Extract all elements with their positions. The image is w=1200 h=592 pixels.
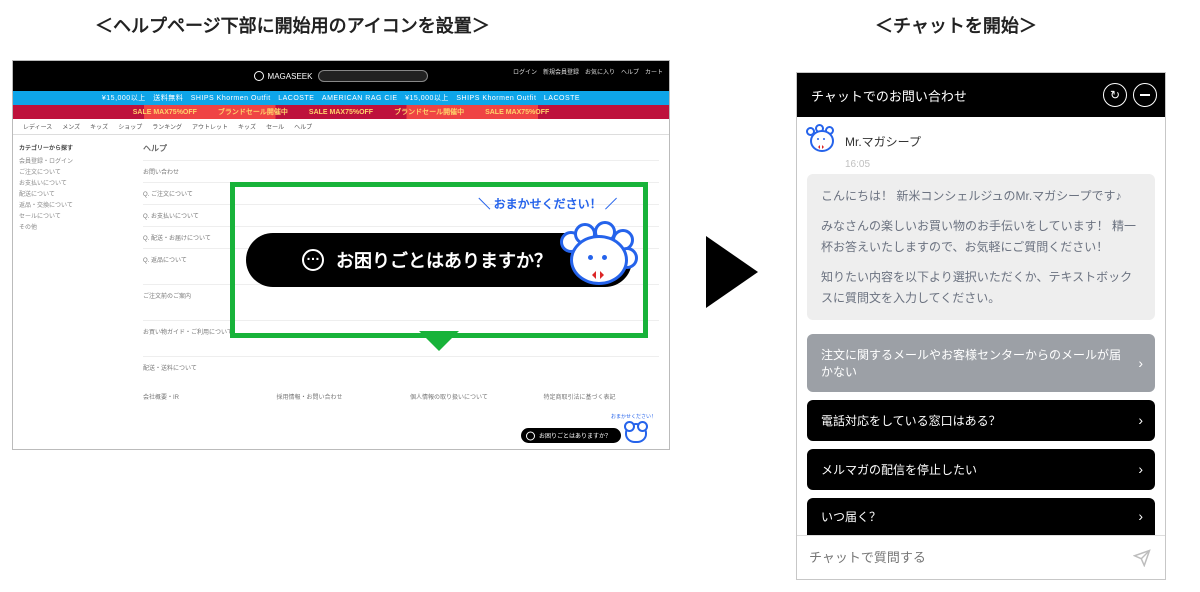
speech-bubble-text: ＼ おまかせください！ ／: [478, 195, 617, 212]
help-sub: お問い合わせ: [143, 160, 659, 182]
sheep-mascot-icon: [560, 225, 638, 295]
chat-body: Mr.マガシープ 16:05 こんにちは！ 新米コンシェルジュのMr.マガシープ…: [797, 117, 1165, 535]
chat-launcher-label: お困りごとはありますか？: [336, 247, 552, 273]
chat-title: チャットでのお問い合わせ: [811, 86, 967, 105]
chat-launcher-pill[interactable]: お困りごとはありますか？: [521, 428, 621, 443]
chat-window: チャットでのお問い合わせ ↻ Mr.マガシープ 16:05 こんにちは！ 新米コ…: [796, 72, 1166, 580]
caption-right: ＜チャットを開始＞: [875, 12, 1037, 38]
caption-left: ＜ヘルプページ下部に開始用のアイコンを設置＞: [95, 12, 490, 38]
minimize-button[interactable]: [1133, 83, 1157, 107]
bot-name: Mr.マガシープ: [845, 133, 921, 150]
chat-text-input[interactable]: [809, 550, 1131, 565]
reload-button[interactable]: ↻: [1103, 83, 1127, 107]
chat-icon: [302, 249, 324, 271]
brand-logo: MAGASEEK: [254, 71, 313, 81]
send-icon[interactable]: [1131, 547, 1153, 569]
bot-avatar-icon: [807, 127, 837, 155]
chat-launcher[interactable]: お困りごとはありますか？ おまかせください！: [521, 423, 647, 443]
sheep-mascot-icon: おまかせください！: [625, 423, 647, 443]
quick-replies: 注文に関するメールやお客様センターからのメールが届かない 電話対応をしている窓口…: [807, 334, 1155, 535]
quick-reply-option[interactable]: いつ届く？: [807, 498, 1155, 535]
chat-input-bar: [797, 535, 1165, 579]
site-header: MAGASEEK ログイン 新規会員登録 お気に入り ヘルプ カート: [13, 61, 669, 91]
mini-bubble: おまかせください！: [611, 413, 656, 420]
chat-header: チャットでのお問い合わせ ↻: [797, 73, 1165, 117]
quick-reply-option[interactable]: 注文に関するメールやお客様センターからのメールが届かない: [807, 334, 1155, 392]
footer-links: 会社概要・IR採用情報・お問い合わせ個人情報の取り扱いについて特定商取引法に基づ…: [143, 392, 659, 401]
bot-message: こんにちは！ 新米コンシェルジュのMr.マガシープです♪ みなさんの楽しいお買い…: [807, 174, 1155, 320]
msg-p1: こんにちは！ 新米コンシェルジュのMr.マガシープです♪: [821, 186, 1141, 206]
quick-reply-option[interactable]: 電話対応をしている窓口はある？: [807, 400, 1155, 441]
msg-p3: 知りたい内容を以下より選択いただくか、テキストボックスに質問文を入力してください…: [821, 267, 1141, 308]
quick-reply-option[interactable]: メルマガの配信を停止したい: [807, 449, 1155, 490]
arrow-right-icon: [706, 236, 758, 308]
highlight-box: ＼ おまかせください！ ／ お困りごとはありますか？: [230, 182, 648, 338]
sidebar-title: カテゴリーから探す: [19, 143, 127, 152]
message-timestamp: 16:05: [845, 159, 1155, 170]
brand-name: MAGASEEK: [268, 72, 313, 81]
search-input[interactable]: [318, 70, 428, 82]
help-heading: ヘルプ: [143, 143, 659, 154]
chat-launcher-enlarged[interactable]: お困りごとはありますか？: [246, 233, 632, 287]
sidebar: カテゴリーから探す 会員登録・ログインご注文についてお支払いについて配送について…: [13, 135, 133, 449]
promo-banner-blue: ¥15,000以上 送料無料 SHIPS Khormen Outfit LACO…: [13, 91, 669, 105]
promo-banner-red: SALE MAX75%OFF ブランドセール開催中 SALE MAX75%OFF…: [13, 105, 669, 119]
category-nav[interactable]: レディースメンズキッズショップランキングアウトレットキッズセールヘルプ: [13, 119, 669, 135]
header-links[interactable]: ログイン 新規会員登録 お気に入り ヘルプ カート: [513, 67, 663, 76]
msg-p2: みなさんの楽しいお買い物のお手伝いをしています！ 精一杯お答えいたしますので、お…: [821, 216, 1141, 257]
logo-icon: [254, 71, 264, 81]
